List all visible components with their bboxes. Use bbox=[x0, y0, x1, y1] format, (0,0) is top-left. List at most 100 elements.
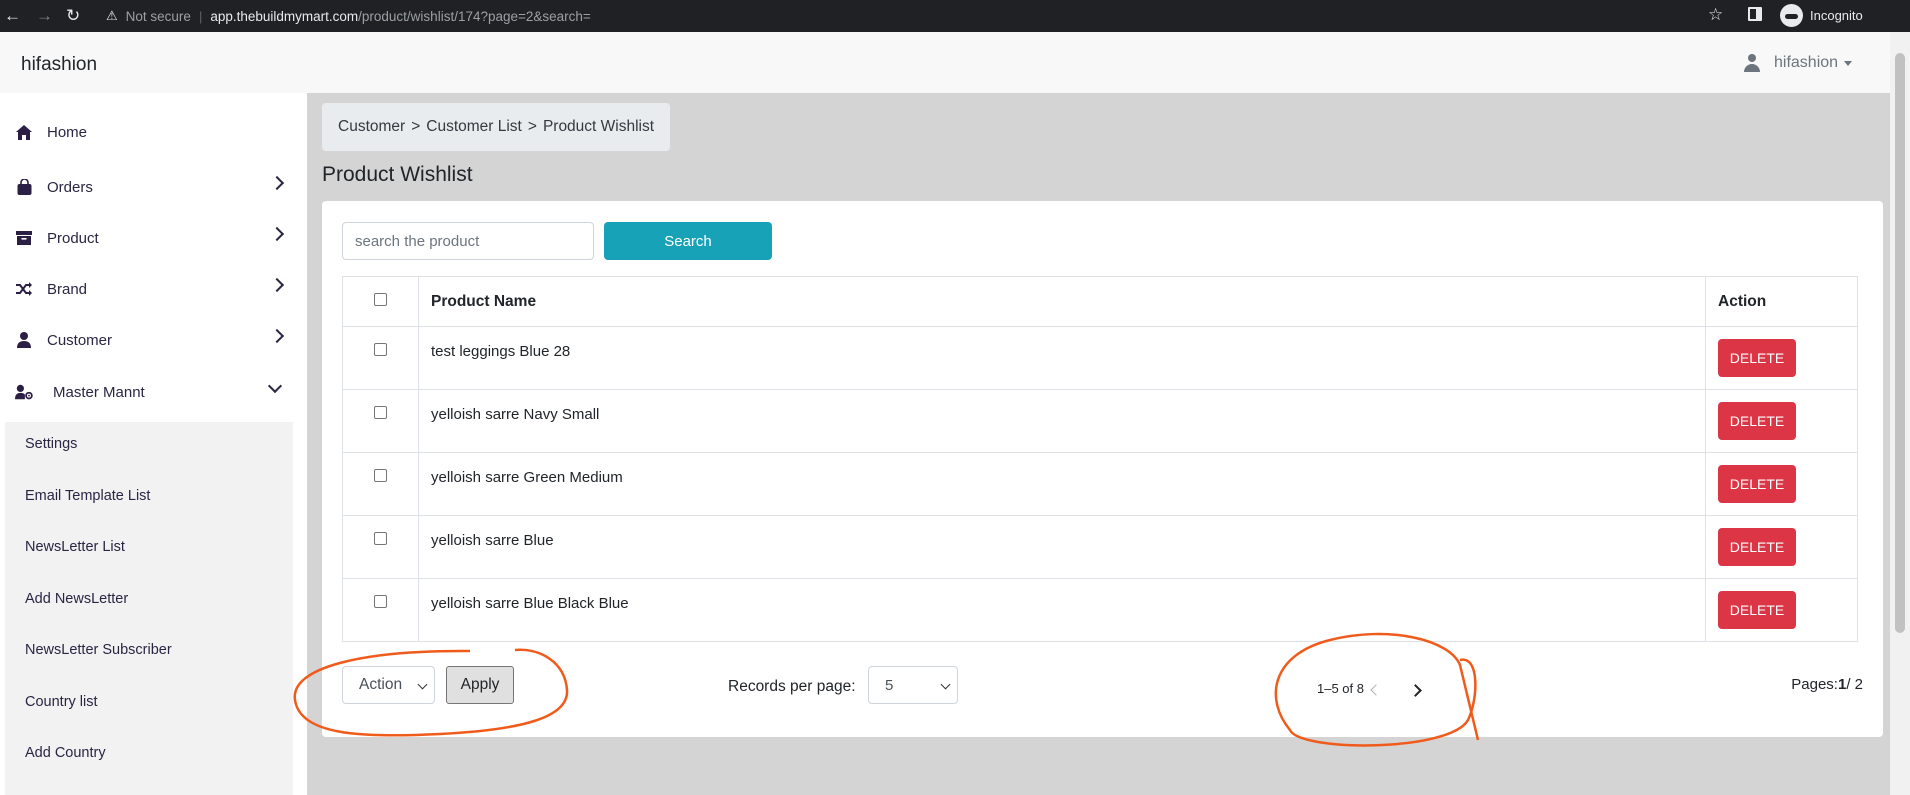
row-select-cell bbox=[342, 578, 419, 642]
url-path: /product/wishlist/174?page=2&search= bbox=[358, 8, 591, 24]
select-all-cell bbox=[342, 276, 419, 327]
sidebar-item-home[interactable]: Home bbox=[0, 111, 300, 153]
page-scrollbar[interactable] bbox=[1890, 32, 1910, 795]
product-name-cell: yelloish sarre Navy Small bbox=[418, 389, 1706, 453]
product-name-cell: test leggings Blue 28 bbox=[418, 326, 1706, 390]
delete-button[interactable]: DELETE bbox=[1718, 528, 1796, 566]
action-cell: DELETE bbox=[1705, 452, 1858, 516]
product-name-cell: yelloish sarre Blue bbox=[418, 515, 1706, 579]
row-checkbox[interactable] bbox=[374, 343, 387, 356]
url-host: app.thebuildmymart.com bbox=[210, 8, 359, 24]
row-select-cell bbox=[342, 326, 419, 390]
main-content: Customer > Customer List > Product Wishl… bbox=[307, 93, 1890, 795]
sidebar-item-brand[interactable]: Brand bbox=[0, 268, 300, 310]
row-checkbox[interactable] bbox=[374, 406, 387, 419]
sidebar-item-label: Home bbox=[47, 123, 88, 141]
delete-button[interactable]: DELETE bbox=[1718, 465, 1796, 503]
sidebar-item-customer[interactable]: Customer bbox=[0, 319, 300, 361]
search-button[interactable]: Search bbox=[604, 222, 772, 260]
table-header-row: Product Name Action bbox=[342, 276, 1858, 327]
user-icon bbox=[15, 331, 33, 349]
delete-button[interactable]: DELETE bbox=[1718, 591, 1796, 629]
apply-button[interactable]: Apply bbox=[446, 666, 514, 704]
column-header-product-name: Product Name bbox=[418, 276, 1706, 327]
sidebar-item-master-mannt[interactable]: Master Mannt bbox=[0, 371, 300, 413]
caret-down-icon bbox=[1844, 60, 1853, 66]
table-row: yelloish sarre Green Medium DELETE bbox=[342, 452, 1858, 516]
incognito-label: Incognito bbox=[1810, 8, 1863, 23]
delete-button[interactable]: DELETE bbox=[1718, 339, 1796, 377]
sidebar-item-label: Customer bbox=[47, 331, 113, 349]
shuffle-icon bbox=[15, 280, 33, 298]
chevron-down-icon bbox=[267, 378, 283, 394]
product-name-cell: yelloish sarre Blue Black Blue bbox=[418, 578, 1706, 642]
next-page-icon[interactable] bbox=[1406, 681, 1424, 699]
bookmark-star-icon[interactable]: ☆ bbox=[1708, 5, 1723, 25]
breadcrumb-separator: > bbox=[527, 118, 537, 135]
breadcrumb: Customer > Customer List > Product Wishl… bbox=[322, 103, 671, 151]
row-checkbox[interactable] bbox=[374, 595, 387, 608]
table-row: test leggings Blue 28 DELETE bbox=[342, 326, 1858, 390]
chevron-down-icon bbox=[417, 679, 428, 690]
records-per-page-value: 5 bbox=[885, 676, 894, 694]
back-arrow-icon[interactable]: ← bbox=[4, 6, 21, 26]
chevron-right-icon bbox=[269, 175, 285, 191]
user-avatar-icon bbox=[1744, 54, 1760, 72]
breadcrumb-item-product-wishlist: Product Wishlist bbox=[542, 118, 655, 135]
row-select-cell bbox=[342, 452, 419, 516]
sidebar-item-label: Orders bbox=[47, 178, 93, 196]
submenu-item-add-newsletter[interactable]: Add NewsLetter bbox=[25, 591, 128, 607]
sidebar-item-orders[interactable]: Orders bbox=[0, 166, 300, 208]
brand-name[interactable]: hifashion bbox=[21, 54, 97, 76]
records-per-page-select[interactable]: 5 bbox=[868, 666, 958, 704]
address-bar[interactable]: ⚠ Not secure | app.thebuildmymart.com/pr… bbox=[96, 3, 1756, 29]
sidebar-item-product[interactable]: Product bbox=[0, 217, 300, 259]
forward-arrow-icon[interactable]: → bbox=[36, 6, 53, 26]
shopping-bag-icon bbox=[15, 178, 33, 196]
bulk-action-value: Action bbox=[359, 676, 403, 693]
user-name: hifashion bbox=[1774, 54, 1839, 71]
previous-page-icon[interactable] bbox=[1367, 681, 1385, 699]
breadcrumb-item-customer-list[interactable]: Customer List bbox=[426, 118, 522, 136]
submenu-item-email-template-list[interactable]: Email Template List bbox=[25, 488, 150, 504]
submenu-item-newsletter-list[interactable]: NewsLetter List bbox=[25, 539, 125, 555]
address-separator: | bbox=[198, 8, 203, 24]
incognito-icon bbox=[1780, 4, 1803, 27]
pagination-range: 1–5 of 8 bbox=[1317, 681, 1364, 696]
pages-label: Pages: bbox=[1791, 676, 1838, 693]
reload-icon[interactable]: ↻ bbox=[66, 6, 80, 26]
side-panel-icon[interactable] bbox=[1748, 7, 1762, 21]
browser-toolbar: ← → ↻ ⚠ Not secure | app.thebuildmymart.… bbox=[0, 0, 1910, 32]
submenu-item-newsletter-subscriber[interactable]: NewsLetter Subscriber bbox=[25, 642, 172, 658]
bulk-action-select[interactable]: Action bbox=[342, 666, 435, 704]
delete-button[interactable]: DELETE bbox=[1718, 402, 1796, 440]
action-cell: DELETE bbox=[1705, 389, 1858, 453]
row-checkbox[interactable] bbox=[374, 532, 387, 545]
chevron-right-icon bbox=[269, 277, 285, 293]
search-input[interactable] bbox=[342, 222, 594, 260]
wishlist-card: Search Product Name Action test leggings… bbox=[322, 201, 1883, 737]
row-select-cell bbox=[342, 389, 419, 453]
chevron-down-icon bbox=[940, 679, 951, 690]
sidebar-item-label: Master Mannt bbox=[53, 383, 145, 401]
archive-box-icon bbox=[15, 229, 33, 247]
chevron-right-icon bbox=[269, 226, 285, 242]
submenu-item-add-country[interactable]: Add Country bbox=[25, 745, 106, 761]
action-cell: DELETE bbox=[1705, 326, 1858, 390]
scrollbar-thumb[interactable] bbox=[1895, 53, 1905, 633]
column-header-action: Action bbox=[1705, 276, 1858, 327]
user-menu[interactable]: hifashion bbox=[1744, 54, 1853, 72]
breadcrumb-item-customer[interactable]: Customer bbox=[338, 118, 405, 136]
table-row: yelloish sarre Blue Black Blue DELETE bbox=[342, 578, 1858, 642]
sidebar-item-label: Product bbox=[47, 229, 99, 247]
submenu-item-settings[interactable]: Settings bbox=[25, 436, 77, 452]
home-icon bbox=[15, 123, 33, 141]
row-select-cell bbox=[342, 515, 419, 579]
submenu-item-country-list[interactable]: Country list bbox=[25, 694, 98, 710]
security-status: Not secure bbox=[125, 8, 191, 24]
records-per-page-label: Records per page: bbox=[728, 678, 856, 695]
user-gear-icon bbox=[15, 383, 33, 401]
select-all-checkbox[interactable] bbox=[374, 292, 387, 306]
top-navbar: hifashion hifashion bbox=[0, 32, 1890, 93]
row-checkbox[interactable] bbox=[374, 469, 387, 482]
